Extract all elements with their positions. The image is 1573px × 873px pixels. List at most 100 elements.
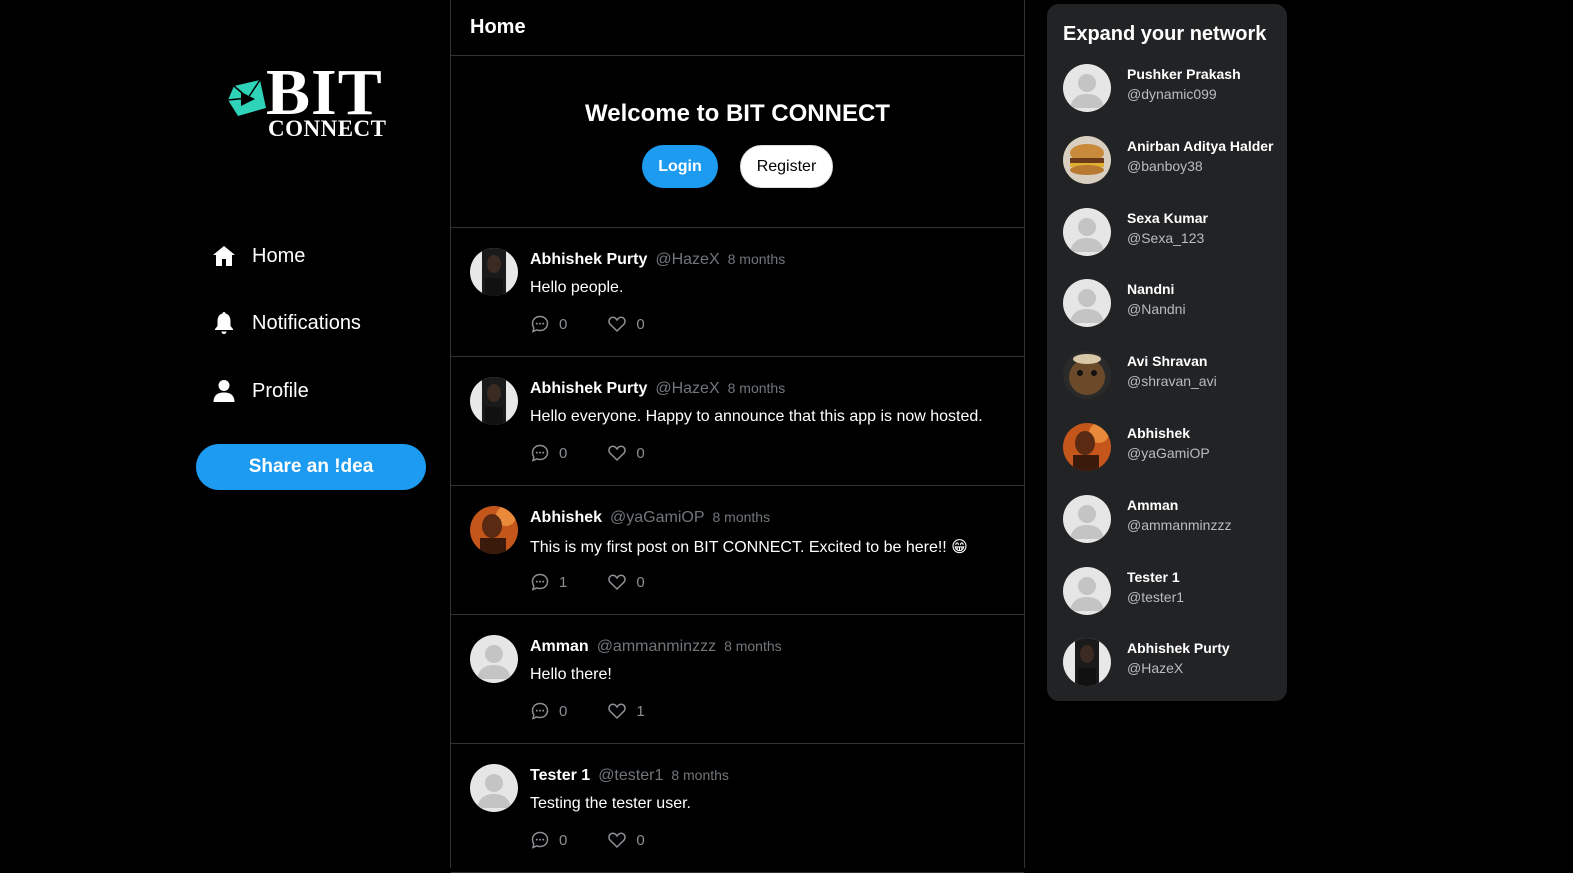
- share-idea-button[interactable]: Share an !dea: [196, 444, 426, 490]
- suggestion-name[interactable]: Abhishek: [1127, 425, 1190, 441]
- heart-icon: [607, 701, 636, 721]
- comment-button[interactable]: 1: [530, 572, 567, 592]
- heart-icon: [607, 830, 636, 850]
- suggestion-name[interactable]: Avi Shravan: [1127, 353, 1207, 369]
- nav-home-label: Home: [252, 244, 306, 267]
- post-timestamp: 8 months: [671, 767, 729, 783]
- nav-notifications[interactable]: Notifications: [212, 305, 361, 341]
- suggestion-avatar[interactable]: [1063, 64, 1111, 112]
- comment-button[interactable]: 0: [530, 314, 567, 334]
- post-author-handle[interactable]: @HazeX: [655, 251, 719, 269]
- suggestion-item[interactable]: Nandni @Nandni: [1063, 279, 1283, 328]
- heart-icon: [607, 572, 636, 592]
- post-author-name[interactable]: Abhishek Purty: [530, 251, 647, 269]
- comment-count: 0: [559, 702, 568, 720]
- post-text: Hello everyone. Happy to announce that t…: [530, 408, 983, 425]
- comment-icon: [530, 443, 559, 463]
- suggestions-panel: Expand your network Pushker Prakash @dyna…: [1047, 4, 1287, 701]
- like-button[interactable]: 0: [607, 314, 645, 334]
- post-author-name[interactable]: Tester 1: [530, 767, 590, 785]
- suggestion-item[interactable]: Sexa Kumar @Sexa_123: [1063, 207, 1283, 256]
- suggestion-handle: @yaGamiOP: [1127, 445, 1210, 461]
- post-avatar[interactable]: [470, 248, 518, 296]
- post-author-handle[interactable]: @yaGamiOP: [610, 509, 704, 527]
- comment-icon: [530, 830, 559, 850]
- like-count: 0: [636, 315, 645, 333]
- post-author-handle[interactable]: @HazeX: [655, 380, 719, 398]
- comment-count: 0: [559, 831, 568, 849]
- post-avatar[interactable]: [470, 764, 518, 812]
- post-timestamp: 8 months: [727, 380, 786, 396]
- like-button[interactable]: 0: [607, 572, 645, 592]
- suggestion-name[interactable]: Sexa Kumar: [1127, 210, 1208, 226]
- like-count: 0: [636, 573, 645, 591]
- nav-notifications-label: Notifications: [252, 311, 361, 334]
- suggestion-avatar[interactable]: [1063, 207, 1111, 256]
- post-item[interactable]: Abhishek Purty @HazeX 8 months Hello everyo…: [451, 357, 1024, 486]
- register-button[interactable]: Register: [740, 145, 833, 188]
- suggestion-item[interactable]: Avi Shravan @shravan_avi: [1063, 351, 1283, 400]
- suggestion-avatar[interactable]: [1063, 279, 1111, 328]
- post-avatar[interactable]: [470, 635, 518, 683]
- bell-icon: [212, 311, 236, 335]
- comment-icon: [530, 701, 559, 721]
- post-author-handle[interactable]: @tester1: [598, 767, 663, 785]
- suggestion-item[interactable]: Pushker Prakash @dynamic099: [1063, 64, 1283, 112]
- suggestion-item[interactable]: Tester 1 @tester1: [1063, 566, 1283, 615]
- logo-subword: CONNECT: [268, 116, 387, 141]
- comment-count: 1: [559, 573, 568, 591]
- suggestion-avatar[interactable]: [1063, 135, 1111, 184]
- suggestion-name[interactable]: Nandni: [1127, 281, 1174, 297]
- user-icon: [212, 379, 236, 403]
- post-author-name[interactable]: Abhishek Purty: [530, 380, 647, 398]
- post-item[interactable]: Amman @ammanminzzz 8 months Hello there! 0 1: [451, 615, 1024, 744]
- nav-profile-label: Profile: [252, 379, 309, 402]
- nav-home[interactable]: Home: [212, 238, 305, 274]
- home-icon: [212, 244, 236, 268]
- like-button[interactable]: 1: [607, 701, 645, 721]
- post-item[interactable]: Tester 1 @tester1 8 months Testing the test…: [451, 744, 1024, 873]
- comment-button[interactable]: 0: [530, 701, 567, 721]
- post-text: This is my first post on BIT CONNECT. Ex…: [530, 539, 968, 556]
- suggestion-item[interactable]: Abhishek @yaGamiOP: [1063, 423, 1283, 471]
- comment-icon: [530, 314, 559, 334]
- post-author-handle[interactable]: @ammanminzzz: [597, 638, 716, 656]
- suggestion-avatar[interactable]: [1063, 494, 1111, 543]
- post-list: Abhishek Purty @HazeX 8 months Hello people…: [451, 228, 1024, 873]
- post-item[interactable]: Abhishek @yaGamiOP 8 months This is my firs…: [451, 486, 1024, 615]
- suggestion-name[interactable]: Amman: [1127, 497, 1178, 513]
- suggestion-handle: @shravan_avi: [1127, 373, 1217, 390]
- nav-profile[interactable]: Profile: [212, 373, 309, 409]
- post-avatar[interactable]: [470, 506, 518, 554]
- post-author-name[interactable]: Amman: [530, 638, 589, 656]
- comment-button[interactable]: 0: [530, 830, 567, 850]
- suggestion-item[interactable]: Anirban Aditya Halder @banboy38: [1063, 135, 1283, 184]
- suggestion-item[interactable]: Amman @ammanminzzz: [1063, 494, 1283, 543]
- comment-button[interactable]: 0: [530, 443, 567, 463]
- post-timestamp: 8 months: [727, 251, 786, 267]
- like-count: 0: [636, 444, 645, 462]
- suggestion-name[interactable]: Tester 1: [1127, 569, 1180, 585]
- suggestion-avatar[interactable]: [1063, 351, 1111, 400]
- heart-icon: [607, 443, 636, 463]
- suggestion-handle: @Sexa_123: [1127, 229, 1205, 246]
- suggestion-name[interactable]: Anirban Aditya Halder: [1127, 138, 1274, 154]
- like-button[interactable]: 0: [607, 443, 645, 463]
- login-button[interactable]: Login: [642, 145, 718, 188]
- suggestion-avatar[interactable]: [1063, 423, 1111, 471]
- bit-connect-logo[interactable]: BIT CONNECT: [228, 60, 398, 144]
- post-avatar[interactable]: [470, 377, 518, 425]
- main-feed: Home Welcome to BIT CONNECT Login Regist…: [450, 0, 1025, 873]
- post-author-name[interactable]: Abhishek: [530, 509, 602, 527]
- logo-icon: [228, 80, 266, 116]
- suggestion-item[interactable]: Abhishek Purty @HazeX: [1063, 638, 1283, 687]
- post-item[interactable]: Abhishek Purty @HazeX 8 months Hello people…: [451, 228, 1024, 357]
- post-timestamp: 8 months: [724, 638, 782, 654]
- like-button[interactable]: 0: [607, 830, 645, 850]
- suggestion-name[interactable]: Abhishek Purty: [1127, 640, 1230, 656]
- suggestion-avatar[interactable]: [1063, 566, 1111, 615]
- suggestion-name[interactable]: Pushker Prakash: [1127, 66, 1241, 82]
- suggestion-avatar[interactable]: [1063, 638, 1111, 687]
- suggestions-title: Expand your network: [1063, 23, 1267, 45]
- page-title: Home: [451, 0, 1024, 56]
